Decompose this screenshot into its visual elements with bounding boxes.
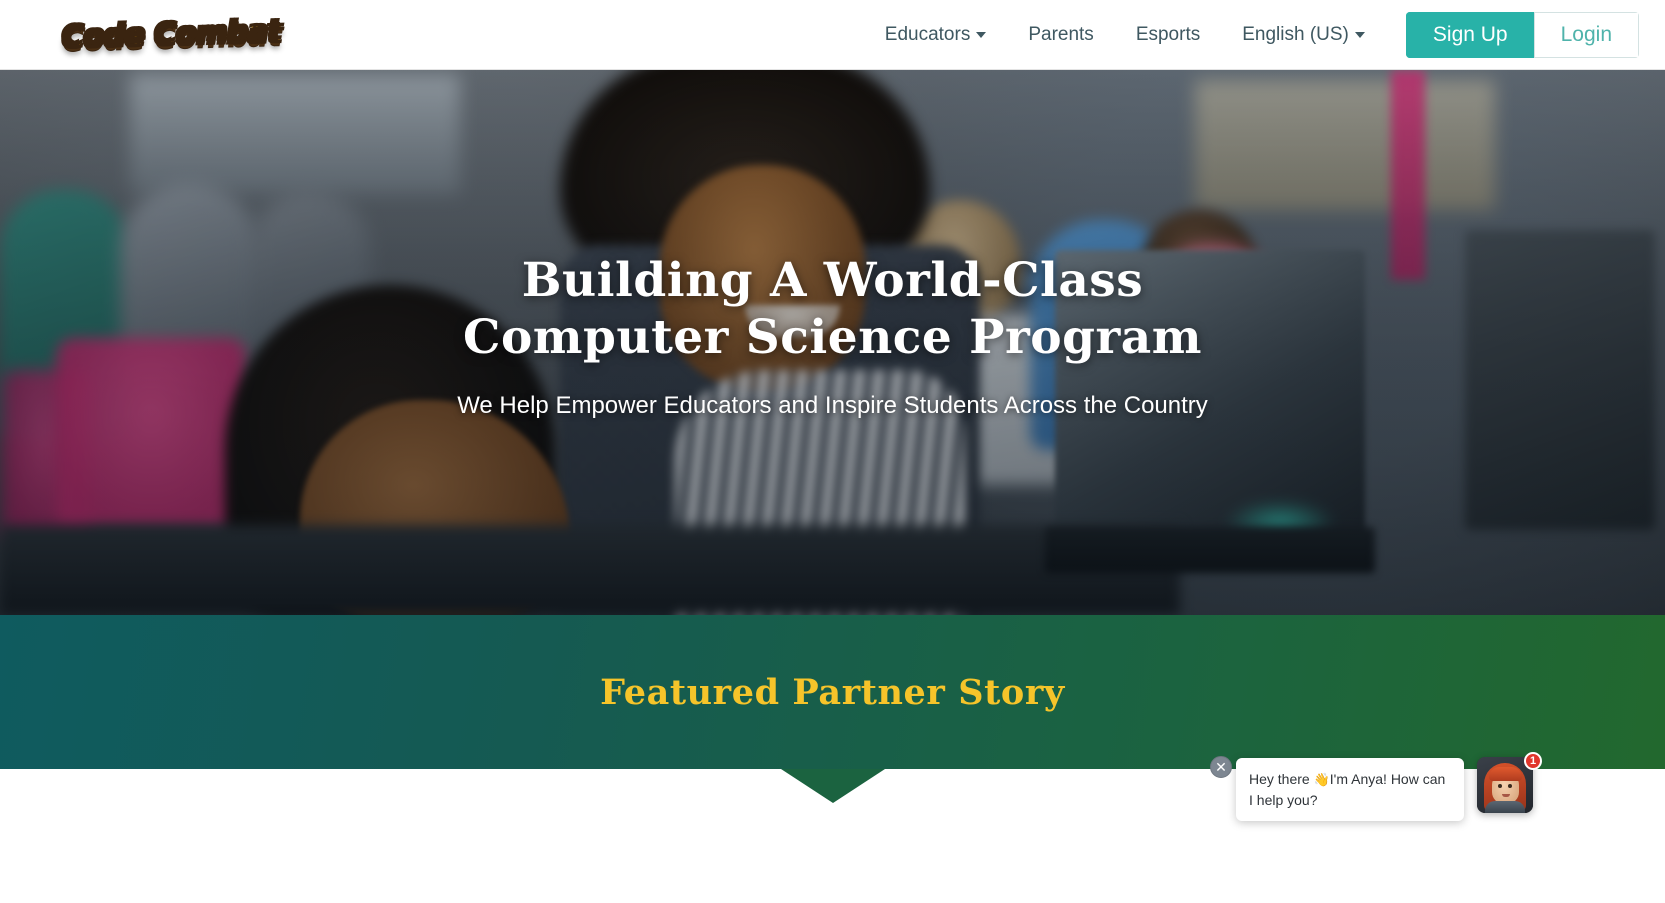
chat-message-part-1: Hey there bbox=[1249, 771, 1314, 787]
nav-item-language-label: English (US) bbox=[1242, 23, 1349, 45]
nav-item-esports-label: Esports bbox=[1135, 23, 1201, 45]
chat-close-icon[interactable]: ✕ bbox=[1210, 756, 1232, 778]
hero-section: Building A World-Class Computer Science … bbox=[0, 70, 1665, 615]
featured-partner-story-band: Featured Partner Story bbox=[0, 615, 1665, 769]
avatar-eye-left bbox=[1498, 784, 1502, 788]
chat-message-bubble[interactable]: Hey there 👋I'm Anya! How can I help you? bbox=[1236, 758, 1464, 821]
avatar-eye-right bbox=[1508, 784, 1512, 788]
auth-button-group: Sign Up Login bbox=[1405, 11, 1639, 58]
hero-title-line-1: Building A World-Class bbox=[521, 252, 1144, 308]
hero-title-line-2: Computer Science Program bbox=[463, 309, 1202, 365]
hero-subtitle: We Help Empower Educators and Inspire St… bbox=[457, 391, 1208, 419]
avatar-fringe bbox=[1489, 767, 1522, 781]
band-arrow-notch bbox=[780, 769, 885, 803]
nav-item-parents[interactable]: Parents bbox=[1007, 0, 1114, 70]
login-button[interactable]: Login bbox=[1533, 11, 1639, 58]
chat-unread-badge[interactable]: 1 bbox=[1524, 752, 1543, 770]
codecombat-logo[interactable]: Code Combat bbox=[61, 0, 282, 70]
nav-item-educators-label: Educators bbox=[884, 23, 971, 45]
avatar-body bbox=[1485, 801, 1525, 813]
chevron-down-icon bbox=[1354, 31, 1365, 38]
nav-item-parents-label: Parents bbox=[1028, 23, 1094, 45]
hero-copy: Building A World-Class Computer Science … bbox=[0, 70, 1665, 615]
chevron-down-icon bbox=[976, 31, 987, 38]
site-header: Code Combat Educators Parents Esports En… bbox=[0, 0, 1665, 70]
main-navigation: Educators Parents Esports English (US) S… bbox=[864, 0, 1665, 70]
nav-item-esports[interactable]: Esports bbox=[1115, 0, 1221, 70]
waving-hand-icon: 👋 bbox=[1313, 772, 1330, 787]
featured-partner-story-title: Featured Partner Story bbox=[600, 671, 1065, 713]
nav-item-language[interactable]: English (US) bbox=[1221, 0, 1386, 70]
sign-up-button[interactable]: Sign Up bbox=[1405, 11, 1534, 58]
nav-item-educators[interactable]: Educators bbox=[864, 0, 1008, 70]
hero-title: Building A World-Class Computer Science … bbox=[463, 252, 1202, 366]
codecombat-logo-text: Code Combat bbox=[61, 14, 282, 55]
